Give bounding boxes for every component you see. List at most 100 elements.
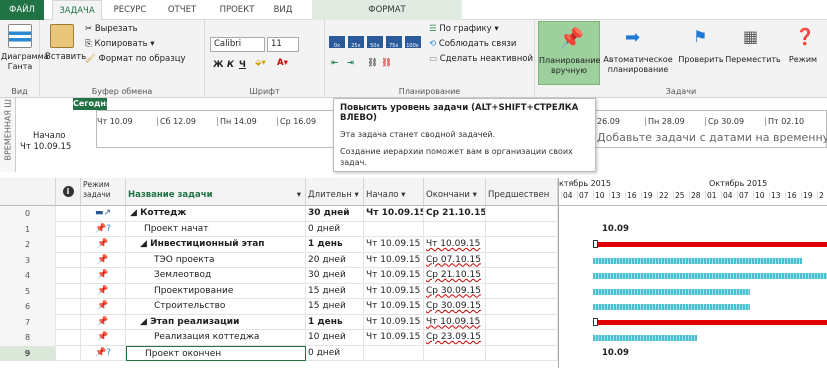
task-bar[interactable] [593,335,698,341]
row-number[interactable]: 1 [0,221,56,237]
finish-cell[interactable]: Чт 10.09.15 [424,314,486,330]
predecessors-cell[interactable] [486,221,558,237]
predecessors-cell[interactable] [486,206,558,222]
start-cell[interactable] [364,345,424,361]
task-name-cell[interactable]: Проект окончен [126,345,306,361]
task-name-cell[interactable]: ◢ Инвестиционный этап [126,237,306,253]
unlink-button[interactable]: ⛓ [381,58,392,68]
collapse-arrow-icon[interactable]: ◢ [130,208,140,218]
task-bar[interactable] [593,304,750,310]
table-row[interactable]: 3 📌 ТЭО проекта 20 дней Чт 10.09.15 Ср 07.10.… [0,252,558,268]
task-bar[interactable] [593,273,827,279]
mode-cell[interactable]: 📌? [81,345,126,361]
pct-100-button[interactable]: 100x [404,36,421,49]
outdent-button[interactable]: ⇤ [331,58,338,68]
start-cell[interactable] [364,221,424,237]
finish-cell[interactable]: Ср 30.09.15 [424,283,486,299]
tab-report[interactable]: ОТЧЕТ [160,0,204,20]
predecessors-cell[interactable] [486,237,558,253]
manual-schedule-button[interactable]: 📌 Планирование вручную [538,21,600,85]
table-row[interactable]: 4 📌 Землеотвод 30 дней Чт 10.09.15 Ср 21.10.1… [0,268,558,284]
finish-cell[interactable]: Ср 30.09.15 [424,299,486,315]
duration-cell[interactable]: 0 дней [306,345,364,361]
task-bar[interactable] [593,288,750,295]
duration-cell[interactable]: 30 дней [306,206,364,222]
task-name-cell[interactable]: ◢ Этап реализации [126,314,306,330]
tab-resource[interactable]: РЕСУРС [106,0,154,20]
move-button[interactable]: ▦ Переместить [725,21,781,85]
duration-cell[interactable]: 15 дней [306,283,364,299]
mode-cell[interactable]: 📌 [81,330,126,346]
row-number[interactable]: 6 [0,299,56,315]
header-name[interactable]: Название задачи ▾ [126,178,306,206]
finish-cell[interactable]: Чт 10.09.15 [424,237,486,253]
header-info[interactable]: i [56,178,81,206]
gantt-view-button[interactable]: Диаграмма Ганта [1,52,49,72]
start-cell[interactable]: Чт 10.09.15 [364,283,424,299]
respect-links-button[interactable]: ⟲ Соблюдать связи [429,39,516,49]
finish-cell[interactable]: Ср 07.10.15 [424,252,486,268]
duration-cell[interactable]: 0 дней [306,221,364,237]
task-name-cell[interactable]: Землеотвод [126,268,306,284]
mode-cell[interactable]: 📌 [81,299,126,315]
tab-format[interactable]: ФОРМАТ [312,0,462,20]
collapse-arrow-icon[interactable]: ◢ [140,317,150,327]
start-cell[interactable]: Чт 10.09.15 [364,237,424,253]
format-painter-button[interactable]: 🖌 Формат по образцу [85,54,186,64]
row-number[interactable]: 3 [0,252,56,268]
header-duration[interactable]: Длительн ▾ [306,178,364,206]
row-number[interactable]: 9 [0,345,56,361]
mode-cell[interactable]: 📌 [81,314,126,330]
header-start[interactable]: Начало ▾ [364,178,424,206]
duration-cell[interactable]: 30 дней [306,268,364,284]
finish-cell[interactable] [424,345,486,361]
start-cell[interactable]: Чт 10.09.15 [364,206,424,222]
indent-button[interactable]: ⇥ [347,58,354,68]
row-number[interactable]: 8 [0,330,56,346]
font-color-button[interactable]: A▾ [277,58,288,68]
pct-0-button[interactable]: 0x [329,36,345,49]
task-name-cell[interactable]: Проект начат [126,221,306,237]
mode-cell[interactable]: 📌 [81,268,126,284]
paste-button[interactable]: Вставить [45,52,86,62]
task-name-cell[interactable]: ◢ Коттедж [126,206,306,222]
mode-cell[interactable]: 📌 [81,283,126,299]
table-row[interactable]: 6 📌 Строительство 15 дней Чт 10.09.15 Ср 30.0… [0,299,558,315]
task-name-cell[interactable]: Проектирование [126,283,306,299]
finish-cell[interactable] [424,221,486,237]
table-row[interactable]: 5 📌 Проектирование 15 дней Чт 10.09.15 Ср 30.… [0,283,558,299]
font-size-select[interactable]: 11 [267,37,299,52]
table-row[interactable]: 0 ▬↗ ◢ Коттедж 30 дней Чт 10.09.15 Ср 21.10.1… [0,206,558,222]
duration-cell[interactable]: 1 день [306,314,364,330]
link-button[interactable]: ⛓ [367,58,378,68]
row-number[interactable]: 5 [0,283,56,299]
summary-bar[interactable] [593,242,827,247]
pct-75-button[interactable]: 75x [385,36,402,49]
mode-cell[interactable]: ▬↗ [81,206,126,222]
cut-button[interactable]: ✂ Вырезать [85,24,138,34]
table-row[interactable]: 2 📌 ◢ Инвестиционный этап 1 день Чт 10.09.15… [0,237,558,253]
mode-button[interactable]: ❓ Режим [783,21,823,85]
row-number[interactable]: 4 [0,268,56,284]
start-cell[interactable]: Чт 10.09.15 [364,314,424,330]
collapse-arrow-icon[interactable]: ◢ [140,239,150,249]
duration-cell[interactable]: 1 день [306,237,364,253]
finish-cell[interactable]: Ср 23.09.15 [424,330,486,346]
duration-cell[interactable]: 15 дней [306,299,364,315]
header-finish[interactable]: Окончани ▾ [424,178,486,206]
task-name-cell[interactable]: Строительство [126,299,306,315]
summary-bar[interactable] [593,319,827,325]
table-row[interactable]: 9 📌? Проект окончен 0 дней [0,345,558,361]
row-number[interactable]: 2 [0,237,56,253]
mode-cell[interactable]: 📌 [81,252,126,268]
on-track-button[interactable]: ☰ По графику ▾ [429,24,499,34]
table-row[interactable]: 8 📌 Реализация коттеджа 10 дней Чт 10.09.15 С… [0,330,558,346]
start-cell[interactable]: Чт 10.09.15 [364,252,424,268]
predecessors-cell[interactable] [486,283,558,299]
tab-file[interactable]: ФАЙЛ [0,0,44,20]
italic-button[interactable]: К [227,60,234,70]
mode-cell[interactable]: 📌 [81,237,126,253]
mode-cell[interactable]: 📌? [81,221,126,237]
tab-task[interactable]: ЗАДАЧА [52,0,102,21]
duration-cell[interactable]: 20 дней [306,252,364,268]
